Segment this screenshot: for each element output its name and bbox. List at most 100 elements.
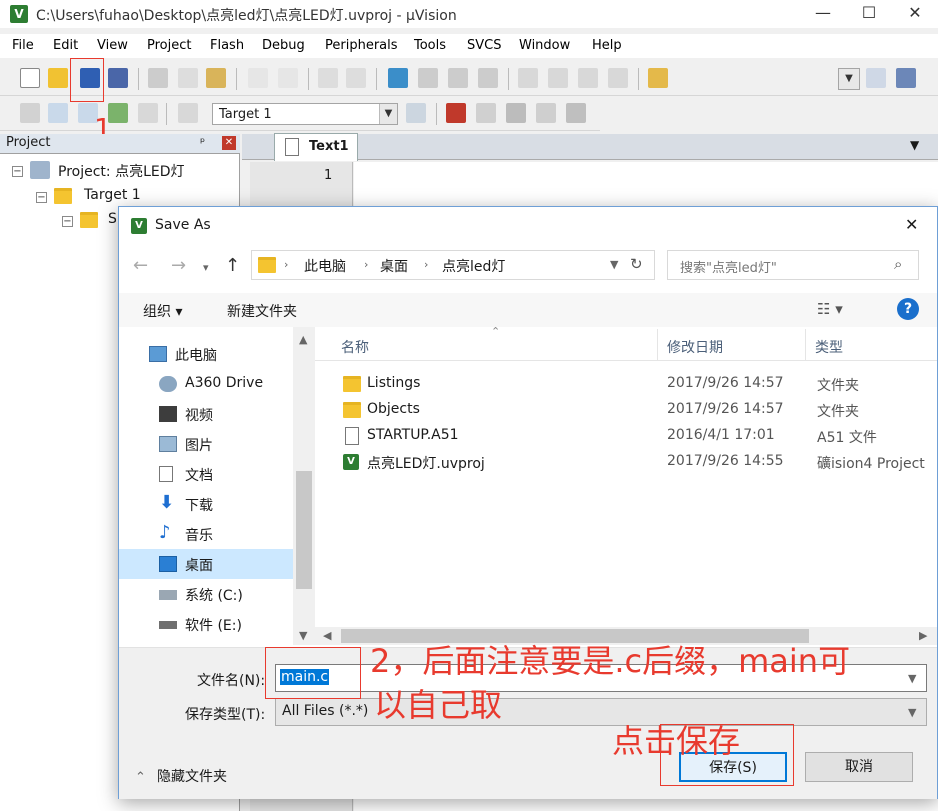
view-options-icon[interactable]: ☷ ▾ xyxy=(817,300,843,318)
nav-desktop[interactable]: 桌面 xyxy=(119,549,293,579)
bookmark-icon[interactable] xyxy=(388,68,408,88)
collapse-icon[interactable]: − xyxy=(12,166,23,177)
close-button[interactable]: ✕ xyxy=(892,0,938,28)
nav-music[interactable]: ♪ 音乐 xyxy=(119,519,293,549)
pack-installer-icon[interactable] xyxy=(506,103,526,123)
menu-debug[interactable]: Debug xyxy=(262,38,305,53)
forward-arrow-icon[interactable]: → xyxy=(171,255,186,276)
target-options-icon[interactable] xyxy=(406,103,426,123)
chevron-down-icon[interactable]: ▼ xyxy=(839,69,859,89)
up-arrow-icon[interactable]: ↑ xyxy=(225,255,240,276)
menu-tools[interactable]: Tools xyxy=(414,38,446,53)
column-date[interactable]: 修改日期 xyxy=(667,337,723,357)
column-divider[interactable] xyxy=(805,329,806,361)
organize-button[interactable]: 组织 ▾ xyxy=(143,301,182,321)
menu-view[interactable]: View xyxy=(97,38,128,53)
prev-bookmark-icon[interactable] xyxy=(418,68,438,88)
filetype-select[interactable]: All Files (*.*) ▼ xyxy=(275,698,927,726)
help-icon[interactable]: ? xyxy=(897,298,919,320)
breadcrumb-desktop[interactable]: 桌面 xyxy=(380,256,408,276)
file-row[interactable]: STARTUP.A51 2016/4/1 17:01 A51 文件 xyxy=(337,423,937,449)
collapse-icon[interactable]: − xyxy=(62,216,73,227)
menu-flash[interactable]: Flash xyxy=(210,38,244,53)
breadcrumb-current-folder[interactable]: 点亮led灯 xyxy=(442,256,505,276)
menu-svcs[interactable]: SVCS xyxy=(467,38,501,53)
nav-drive-c[interactable]: 系统 (C:) xyxy=(119,579,293,609)
address-bar[interactable]: › 此电脑 › 桌面 › 点亮led灯 ▼ ↻ xyxy=(251,250,655,280)
chevron-down-icon[interactable]: ▼ xyxy=(610,258,618,271)
menu-window[interactable]: Window xyxy=(519,38,570,53)
cut-icon[interactable] xyxy=(148,68,168,88)
tab-menu-icon[interactable]: ▼ xyxy=(910,138,919,152)
copy-icon[interactable] xyxy=(178,68,198,88)
refresh-icon[interactable]: ↻ xyxy=(630,255,643,273)
paste-icon[interactable] xyxy=(206,68,226,88)
nav-back-icon[interactable] xyxy=(318,68,338,88)
manage-components-icon[interactable] xyxy=(446,103,466,123)
open-folder-icon[interactable] xyxy=(48,68,68,88)
indent-icon[interactable] xyxy=(518,68,538,88)
tree-source-group[interactable]: S xyxy=(108,211,117,227)
rte-icon[interactable] xyxy=(536,103,556,123)
nav-pictures[interactable]: 图片 xyxy=(119,429,293,459)
close-panel-icon[interactable]: ✕ xyxy=(222,136,236,150)
cancel-button[interactable]: 取消 xyxy=(805,752,913,782)
find-in-files-icon[interactable] xyxy=(648,68,668,88)
translate-icon[interactable] xyxy=(20,103,40,123)
nav-a360-drive[interactable]: A360 Drive xyxy=(119,369,293,399)
tree-project-root[interactable]: Project: 点亮LED灯 xyxy=(58,161,185,181)
search-box[interactable]: 搜索"点亮led灯" ⌕ xyxy=(667,250,919,280)
new-folder-button[interactable]: 新建文件夹 xyxy=(227,301,297,321)
back-arrow-icon[interactable]: ← xyxy=(133,255,148,276)
select-packs-icon[interactable] xyxy=(566,103,586,123)
tab-text1[interactable]: Text1 xyxy=(274,133,358,161)
target-select[interactable]: Target 1 ▼ xyxy=(212,103,398,125)
next-bookmark-icon[interactable] xyxy=(448,68,468,88)
new-file-icon[interactable] xyxy=(20,68,40,88)
save-all-icon[interactable] xyxy=(108,68,128,88)
dialog-close-button[interactable]: ✕ xyxy=(905,215,918,234)
scroll-left-icon[interactable]: ◀ xyxy=(323,629,331,642)
scroll-thumb[interactable] xyxy=(296,471,312,589)
nav-downloads[interactable]: ⬇ 下载 xyxy=(119,489,293,519)
chevron-down-icon[interactable]: ▼ xyxy=(908,672,916,685)
download-load-icon[interactable] xyxy=(178,103,198,123)
maximize-button[interactable]: ☐ xyxy=(846,0,892,28)
comment-icon[interactable] xyxy=(578,68,598,88)
chevron-down-icon[interactable]: ▼ xyxy=(908,706,916,719)
column-name[interactable]: 名称 xyxy=(341,337,369,357)
find-icon[interactable] xyxy=(866,68,886,88)
chevron-up-icon[interactable]: ⌃ xyxy=(135,770,146,785)
minimize-button[interactable]: — xyxy=(800,0,846,28)
collapse-icon[interactable]: − xyxy=(36,192,47,203)
breadcrumb-this-pc[interactable]: 此电脑 xyxy=(304,256,346,276)
find-combo[interactable]: ▼ xyxy=(838,68,860,90)
pin-icon[interactable]: ᵖ xyxy=(200,135,205,149)
file-extensions-icon[interactable] xyxy=(476,103,496,123)
menu-help[interactable]: Help xyxy=(592,38,622,53)
stop-build-icon[interactable] xyxy=(138,103,158,123)
clear-bookmarks-icon[interactable] xyxy=(478,68,498,88)
search-icon[interactable]: ⌕ xyxy=(894,255,902,273)
undo-icon[interactable] xyxy=(248,68,268,88)
scroll-down-icon[interactable]: ▼ xyxy=(299,629,307,642)
column-divider[interactable] xyxy=(657,329,658,361)
uncomment-icon[interactable] xyxy=(608,68,628,88)
scroll-right-icon[interactable]: ▶ xyxy=(919,629,927,642)
chevron-down-icon[interactable]: ▼ xyxy=(379,104,397,124)
nav-scrollbar[interactable]: ▲ ▼ xyxy=(293,327,315,645)
file-row[interactable]: Listings 2017/9/26 14:57 文件夹 xyxy=(337,371,937,397)
nav-documents[interactable]: 文档 xyxy=(119,459,293,489)
scroll-up-icon[interactable]: ▲ xyxy=(299,333,307,346)
menu-file[interactable]: File xyxy=(12,38,34,53)
nav-this-pc[interactable]: 此电脑 xyxy=(119,339,293,369)
redo-icon[interactable] xyxy=(278,68,298,88)
column-type[interactable]: 类型 xyxy=(815,337,843,357)
nav-videos[interactable]: 视频 xyxy=(119,399,293,429)
incremental-find-icon[interactable] xyxy=(896,68,916,88)
menu-project[interactable]: Project xyxy=(147,38,191,53)
unindent-icon[interactable] xyxy=(548,68,568,88)
file-row[interactable]: V 点亮LED灯.uvproj 2017/9/26 14:55 礦ision4 … xyxy=(337,449,937,475)
recent-locations-icon[interactable]: ▾ xyxy=(203,261,209,274)
hide-folders-toggle[interactable]: 隐藏文件夹 xyxy=(157,766,227,786)
